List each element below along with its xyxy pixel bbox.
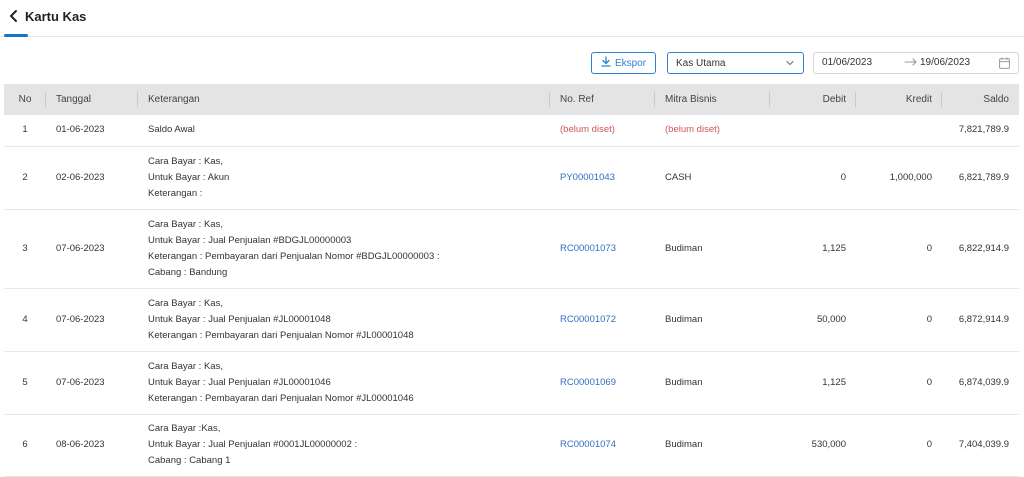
- calendar-icon[interactable]: [999, 57, 1010, 69]
- col-header-no: No: [4, 84, 46, 115]
- table-header-row: No Tanggal Keterangan No. Ref Mitra Bisn…: [4, 84, 1019, 115]
- export-button[interactable]: Ekspor: [591, 52, 656, 74]
- cell-keterangan: Cara Bayar : Kas, Untuk Bayar : Jual Pen…: [138, 351, 550, 415]
- keterangan-line: Cara Bayar : Kas,: [148, 360, 223, 372]
- cell-debit: 50,000: [770, 288, 856, 352]
- cell-debit: [770, 115, 856, 147]
- keterangan-line: Untuk Bayar : Jual Penjualan #JL00001048: [148, 313, 331, 325]
- cell-tanggal: 01-06-2023: [46, 115, 138, 147]
- account-select-value: Kas Utama: [676, 57, 726, 69]
- col-header-keterangan: Keterangan: [138, 84, 550, 115]
- table-row: 4 07-06-2023 Cara Bayar : Kas, Untuk Bay…: [4, 288, 1019, 352]
- cell-tanggal: 07-06-2023: [46, 288, 138, 352]
- cell-no-ref-link[interactable]: RC00001074: [550, 414, 655, 477]
- keterangan-line: Untuk Bayar : Jual Penjualan #JL00001046: [148, 376, 331, 388]
- cell-kredit: 0: [856, 209, 942, 289]
- top-bar: Kartu Kas: [0, 0, 1024, 37]
- download-icon: [601, 56, 611, 70]
- cell-keterangan: Cara Bayar : Kas, Untuk Bayar : Akun Ket…: [138, 146, 550, 210]
- cell-kredit: [856, 115, 942, 147]
- cell-kredit: 0: [856, 351, 942, 415]
- cell-saldo: 6,872,914.9: [942, 288, 1019, 352]
- col-header-no-ref: No. Ref: [550, 84, 655, 115]
- arrow-right-icon: [904, 56, 918, 68]
- table-row: 3 07-06-2023 Cara Bayar : Kas, Untuk Bay…: [4, 209, 1019, 289]
- col-header-tanggal: Tanggal: [46, 84, 138, 115]
- cell-mitra-bisnis: (belum diset): [655, 115, 770, 147]
- cell-tanggal: 02-06-2023: [46, 146, 138, 210]
- cell-kredit: 0: [856, 414, 942, 477]
- page-title: Kartu Kas: [25, 9, 87, 24]
- keterangan-line: Untuk Bayar : Akun: [148, 171, 230, 183]
- table-row: 2 02-06-2023 Cara Bayar : Kas, Untuk Bay…: [4, 146, 1019, 210]
- cell-no-ref-link[interactable]: RC00001073: [550, 209, 655, 289]
- cell-debit: 1,125: [770, 351, 856, 415]
- table-row: 5 07-06-2023 Cara Bayar : Kas, Untuk Bay…: [4, 351, 1019, 415]
- cell-debit: 0: [770, 146, 856, 210]
- title-underline: [4, 34, 28, 37]
- keterangan-line: Cara Bayar : Kas,: [148, 218, 223, 230]
- cell-no-ref-link[interactable]: RC00001072: [550, 288, 655, 352]
- cell-saldo: 6,822,914.9: [942, 209, 1019, 289]
- keterangan-line: Keterangan : Pembayaran dari Penjualan N…: [148, 250, 440, 262]
- export-label: Ekspor: [614, 57, 647, 69]
- cell-saldo: 6,821,789.9: [942, 146, 1019, 210]
- col-header-debit: Debit: [770, 84, 856, 115]
- keterangan-line: Keterangan : Pembayaran dari Penjualan N…: [148, 392, 414, 404]
- cell-debit: 530,000: [770, 414, 856, 477]
- keterangan-line: Cara Bayar :Kas,: [148, 423, 221, 434]
- cell-mitra-bisnis: Budiman: [655, 209, 770, 289]
- keterangan-line: Cabang : Cabang 1: [148, 455, 231, 466]
- cell-keterangan: Cara Bayar :Kas, Untuk Bayar : Jual Penj…: [138, 414, 550, 477]
- keterangan-line: Untuk Bayar : Jual Penjualan #BDGJL00000…: [148, 234, 352, 246]
- cash-ledger-table: No Tanggal Keterangan No. Ref Mitra Bisn…: [4, 84, 1019, 477]
- keterangan-line: Cara Bayar : Kas,: [148, 297, 223, 309]
- table-row: 1 01-06-2023 Saldo Awal (belum diset) (b…: [4, 115, 1019, 147]
- col-header-kredit: Kredit: [856, 84, 942, 115]
- cell-mitra-bisnis: Budiman: [655, 288, 770, 352]
- cell-no-ref: (belum diset): [550, 115, 655, 147]
- keterangan-line: Keterangan :: [148, 187, 203, 199]
- cell-saldo: 7,821,789.9: [942, 115, 1019, 147]
- date-range-picker[interactable]: 01/06/2023 19/06/2023: [813, 52, 1019, 74]
- cell-no: 5: [4, 351, 46, 415]
- cell-kredit: 0: [856, 288, 942, 352]
- cell-no: 3: [4, 209, 46, 289]
- col-header-saldo: Saldo: [983, 94, 1009, 105]
- cell-mitra-bisnis: Budiman: [655, 351, 770, 415]
- cell-no-ref-link[interactable]: PY00001043: [550, 146, 655, 210]
- cell-saldo: 7,404,039.9: [942, 414, 1019, 477]
- cell-tanggal: 07-06-2023: [46, 209, 138, 289]
- col-header-mitra-bisnis: Mitra Bisnis: [655, 84, 770, 115]
- date-end-input[interactable]: 19/06/2023: [920, 57, 970, 68]
- cell-debit: 1,125: [770, 209, 856, 289]
- cell-tanggal: 08-06-2023: [46, 414, 138, 477]
- cell-tanggal: 07-06-2023: [46, 351, 138, 415]
- cell-no: 1: [4, 115, 46, 147]
- keterangan-line: Cara Bayar : Kas,: [148, 155, 223, 167]
- cell-no-ref-link[interactable]: RC00001069: [550, 351, 655, 415]
- table-row: 6 08-06-2023 Cara Bayar :Kas, Untuk Baya…: [4, 414, 1019, 477]
- cell-saldo: 6,874,039.9: [942, 351, 1019, 415]
- keterangan-line: Untuk Bayar : Jual Penjualan #0001JL0000…: [148, 439, 358, 450]
- cell-keterangan: Saldo Awal: [138, 115, 550, 147]
- account-select[interactable]: Kas Utama: [667, 52, 804, 74]
- cell-kredit: 1,000,000: [856, 146, 942, 210]
- back-arrow-icon[interactable]: [6, 8, 22, 24]
- cell-no: 4: [4, 288, 46, 352]
- cell-no: 2: [4, 146, 46, 210]
- cell-no: 6: [4, 414, 46, 477]
- cell-keterangan: Cara Bayar : Kas, Untuk Bayar : Jual Pen…: [138, 288, 550, 352]
- keterangan-line: Keterangan : Pembayaran dari Penjualan N…: [148, 329, 414, 341]
- cell-keterangan: Cara Bayar : Kas, Untuk Bayar : Jual Pen…: [138, 209, 550, 289]
- chevron-down-icon: [784, 57, 796, 69]
- cell-mitra-bisnis: Budiman: [655, 414, 770, 477]
- cell-mitra-bisnis: CASH: [655, 146, 770, 210]
- keterangan-line: Saldo Awal: [148, 124, 195, 136]
- date-start-input[interactable]: 01/06/2023: [822, 57, 872, 68]
- keterangan-line: Cabang : Bandung: [148, 266, 228, 278]
